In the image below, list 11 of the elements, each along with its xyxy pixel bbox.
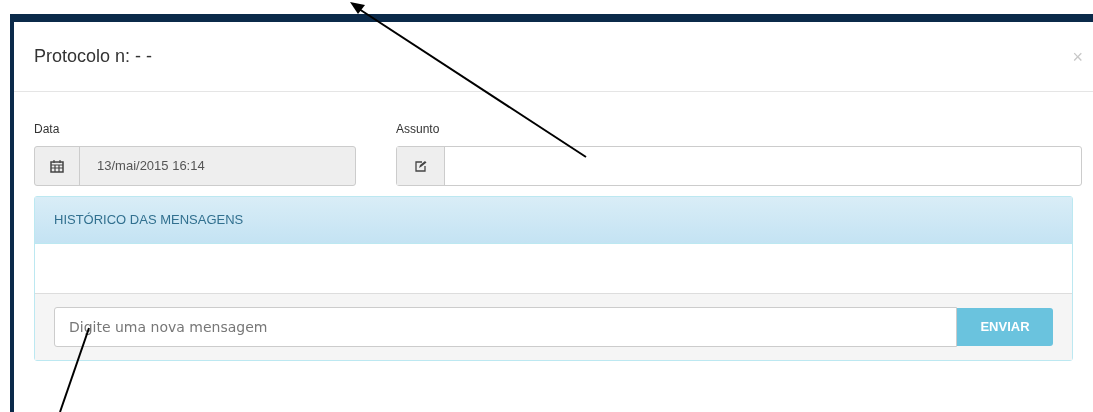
close-button[interactable]: × xyxy=(1072,47,1083,66)
message-field[interactable]: Digite uma nova mensagem xyxy=(54,307,957,347)
field-label: Assunto xyxy=(396,122,441,136)
date-field[interactable]: 13/mai/2015 16:14 xyxy=(34,146,356,186)
send-button[interactable]: ENVIAR xyxy=(957,308,1053,346)
edit-icon xyxy=(414,160,427,172)
subject-field[interactable] xyxy=(396,146,1082,186)
modal-title: Protocolo n: - - xyxy=(34,45,153,68)
field-label: Data xyxy=(34,122,61,136)
panel-title: HISTÓRICO DAS MENSAGENS xyxy=(54,211,244,230)
calendar-icon xyxy=(50,159,64,173)
